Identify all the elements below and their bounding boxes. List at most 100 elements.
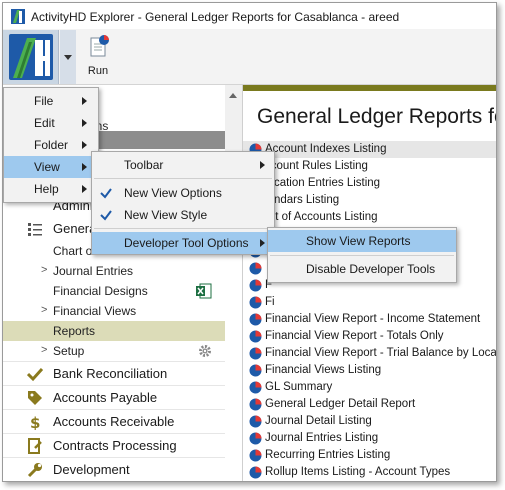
report-label: location Entries Listing — [265, 177, 381, 189]
menu-item-label: File — [34, 94, 54, 108]
report-icon — [249, 449, 262, 462]
report-label: Account Indexes Listing — [265, 143, 387, 155]
report-item[interactable]: Financial Views Listing — [243, 362, 496, 379]
report-label: GL Summary — [265, 381, 333, 393]
menu-item-disable-developer-tools[interactable]: Disable Developer Tools — [268, 258, 456, 280]
report-item[interactable]: art of Accounts Listing — [243, 209, 496, 226]
nav-item-label: Financial Views — [53, 304, 137, 318]
report-label: Financial Views Listing — [265, 364, 382, 376]
excel-icon[interactable] — [196, 283, 212, 299]
report-label: Recurring Entries Listing — [265, 449, 391, 461]
nav-item-journal-entries[interactable]: > Journal Entries — [3, 261, 225, 281]
report-icon — [249, 381, 262, 394]
menu-item-new-view-options[interactable]: New View Options — [92, 182, 274, 204]
module-contracts-processing[interactable]: Contracts Processing — [3, 433, 225, 457]
report-icon — [249, 347, 262, 360]
developer-tools-submenu: Show View Reports Disable Developer Tool… — [267, 227, 457, 283]
menu-item-new-view-style[interactable]: New View Style — [92, 204, 274, 226]
nav-item-reports[interactable]: Reports — [3, 321, 225, 341]
main-pane: General Ledger Reports fo Account Indexe… — [243, 91, 497, 482]
app-logo-icon — [9, 34, 53, 80]
application-menu-button[interactable] — [3, 30, 59, 84]
nav-item-label: Reports — [53, 324, 96, 338]
report-icon — [249, 415, 262, 428]
chevron-right-icon[interactable]: > — [41, 264, 47, 276]
page-title: General Ledger Reports fo — [257, 105, 497, 128]
menu-item-label: Toolbar — [124, 158, 164, 172]
run-label: Run — [87, 65, 109, 77]
menu-item-label: Edit — [34, 116, 55, 130]
module-label: Accounts Receivable — [53, 414, 175, 429]
report-item[interactable]: ccount Rules Listing — [243, 158, 496, 175]
report-item[interactable]: Rollup Items Listing - Account Types — [243, 464, 496, 481]
contract-icon — [28, 438, 42, 454]
report-icon — [249, 364, 262, 377]
report-item[interactable]: lendars Listing — [243, 192, 496, 209]
report-item[interactable]: Financial View Report - Totals Only — [243, 328, 496, 345]
report-label: Journal Detail Listing — [265, 415, 372, 427]
submenu-arrow-icon — [260, 239, 265, 247]
report-label: Financial View Report - Income Statement — [265, 313, 481, 325]
nav-item-financial-designs[interactable]: Financial Designs — [3, 281, 225, 301]
report-label: General Ledger Detail Report — [265, 398, 416, 410]
nav-item-label: Setup — [53, 344, 85, 358]
menu-item-edit[interactable]: Edit — [4, 112, 98, 134]
wrench-icon — [27, 463, 42, 478]
nav-item-label: Journal Entries — [53, 264, 134, 278]
report-item[interactable]: General Ledger Detail Report — [243, 396, 496, 413]
chevron-right-icon[interactable]: > — [41, 344, 47, 356]
window-title: ActivityHD Explorer - General Ledger Rep… — [31, 10, 400, 24]
report-label: Financial View Report - Trial Balance by… — [265, 347, 497, 359]
application-menu-dropdown[interactable] — [60, 30, 76, 84]
module-accounts-payable[interactable]: Accounts Payable — [3, 385, 225, 409]
gear-icon[interactable] — [198, 344, 212, 358]
report-item[interactable]: Financial View Report - Income Statement — [243, 311, 496, 328]
view-submenu: Toolbar New View Options New View Style … — [91, 151, 275, 255]
nav-item-financial-views[interactable]: > Financial Views — [3, 301, 225, 321]
report-item[interactable]: Journal Detail Listing — [243, 413, 496, 430]
menu-item-help[interactable]: Help — [4, 178, 98, 200]
module-label: Accounts Payable — [53, 390, 158, 405]
menu-item-file[interactable]: File — [4, 90, 98, 112]
menu-item-label: New View Style — [124, 208, 208, 222]
submenu-arrow-icon — [82, 119, 87, 127]
module-accounts-receivable[interactable]: $ Accounts Receivable — [3, 409, 225, 433]
menu-item-folder[interactable]: Folder — [4, 134, 98, 156]
menu-item-developer-tool-options[interactable]: Developer Tool Options — [92, 232, 274, 254]
menu-item-label: View — [34, 160, 60, 174]
app-logo-icon — [11, 9, 25, 24]
report-item[interactable]: Account Indexes Listing — [243, 141, 496, 158]
report-item[interactable]: Journal Entries Listing — [243, 430, 496, 447]
checkmark-icon — [100, 188, 112, 199]
module-label: Genera — [53, 221, 97, 236]
module-development[interactable]: Development — [3, 457, 225, 481]
report-icon — [249, 330, 262, 343]
module-bank-reconciliation[interactable]: Bank Reconciliation — [3, 361, 225, 385]
report-item[interactable]: GL Summary — [243, 379, 496, 396]
menu-separator — [94, 178, 272, 179]
report-icon — [249, 296, 262, 309]
report-item[interactable]: Rollup Items Listing - BSBrief — [243, 481, 497, 482]
menu-item-toolbar[interactable]: Toolbar — [92, 154, 274, 176]
submenu-arrow-icon — [82, 163, 87, 171]
submenu-arrow-icon — [82, 141, 87, 149]
nav-item-setup[interactable]: > Setup — [3, 341, 225, 361]
svg-text:$: $ — [30, 414, 40, 430]
report-item[interactable]: Financial View Report - Trial Balance by… — [243, 345, 497, 362]
menu-item-view[interactable]: View — [4, 156, 98, 178]
menu-item-show-view-reports[interactable]: Show View Reports — [268, 230, 456, 252]
report-label: Journal Entries Listing — [265, 432, 379, 444]
menu-item-label: Folder — [34, 138, 69, 152]
menu-item-label: New View Options — [124, 186, 222, 200]
report-item[interactable]: Recurring Entries Listing — [243, 447, 496, 464]
report-label: art of Accounts Listing — [265, 211, 378, 223]
run-button[interactable]: Run — [82, 33, 116, 81]
module-label: Development — [53, 462, 130, 477]
report-run-icon — [90, 35, 109, 57]
report-item[interactable]: Fi — [243, 294, 496, 311]
report-item[interactable]: location Entries Listing — [243, 175, 496, 192]
tag-icon — [28, 391, 42, 405]
chevron-right-icon[interactable]: > — [41, 304, 47, 316]
report-label: ccount Rules Listing — [265, 160, 368, 172]
module-label: Bank Reconciliation — [53, 366, 168, 381]
